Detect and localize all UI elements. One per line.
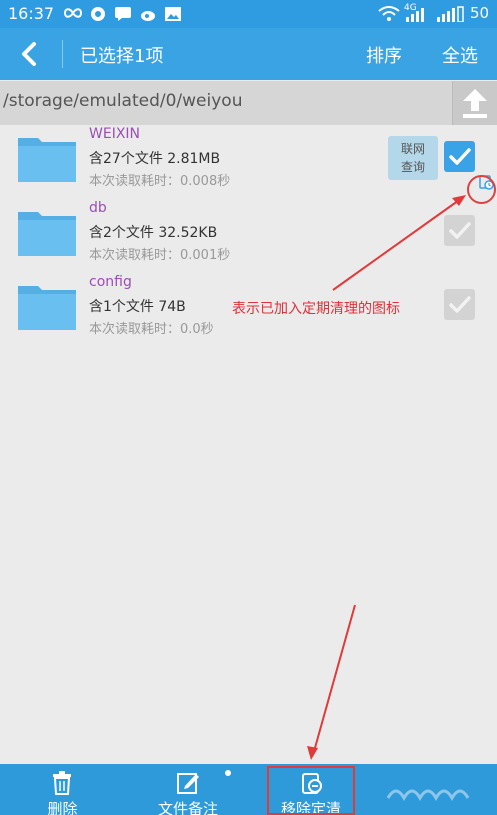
file-read-time: 本次读取耗时：0.008秒	[89, 174, 231, 189]
list-item[interactable]: WEIXIN 含27个文件 2.81MB 本次读取耗时：0.008秒 联网 查询	[0, 124, 497, 196]
highlight-box	[267, 766, 355, 815]
signal-bars-2-icon	[437, 6, 464, 22]
more-button[interactable]	[368, 764, 497, 815]
checkmark-icon	[449, 222, 471, 239]
trash-icon	[53, 771, 71, 795]
infinity-icon	[63, 8, 83, 18]
online-query-line2: 查询	[400, 160, 425, 174]
folder-icon	[18, 212, 76, 256]
battery-level: 50	[470, 4, 490, 22]
status-bar: 16:37 4G 50	[0, 0, 497, 28]
title-bar: 已选择1项 排序 全选	[0, 28, 497, 80]
status-time: 16:37	[8, 4, 55, 23]
checkmark-icon	[449, 148, 471, 165]
current-path: /storage/emulated/0/weiyou	[3, 91, 243, 111]
browser-icon	[91, 7, 105, 21]
file-info: 含1个文件 74B	[89, 299, 186, 315]
edit-note-icon	[177, 773, 199, 794]
back-button[interactable]	[12, 36, 48, 72]
folder-icon	[18, 286, 76, 330]
upload-arrow-icon	[463, 89, 487, 118]
message-icon	[115, 7, 131, 21]
blurred-watermark-icon	[386, 789, 470, 802]
file-info: 含27个文件 2.81MB	[89, 151, 221, 167]
checkmark-icon	[449, 296, 471, 313]
bottom-toolbar: 删除 文件备注 移除定清	[0, 764, 497, 815]
page-title: 已选择1项	[80, 46, 164, 67]
file-name: db	[89, 200, 107, 216]
online-query-button[interactable]: 联网 查询	[388, 136, 438, 180]
folder-icon	[18, 138, 76, 182]
file-note-label: 文件备注	[157, 800, 218, 815]
annotation-label: 表示已加入定期清理的图标	[232, 301, 400, 317]
file-read-time: 本次读取耗时：0.0秒	[89, 322, 214, 337]
file-name: WEIXIN	[89, 126, 141, 142]
chevron-left-icon	[22, 42, 36, 66]
image-icon	[165, 7, 181, 21]
title-divider	[62, 40, 63, 68]
file-name: config	[89, 274, 132, 290]
wifi-icon	[378, 6, 400, 21]
row-checkbox[interactable]	[444, 289, 475, 320]
file-read-time: 本次读取耗时：0.001秒	[89, 248, 231, 263]
sort-button[interactable]: 排序	[366, 42, 402, 68]
parent-directory-button[interactable]	[452, 81, 497, 125]
arrow-head-bottom	[307, 746, 318, 760]
file-note-button[interactable]: 文件备注	[138, 764, 238, 815]
online-query-line1: 联网	[400, 142, 425, 156]
delete-button[interactable]: 删除	[0, 764, 125, 815]
delete-label: 删除	[47, 800, 78, 815]
signal-bars-icon	[406, 8, 424, 22]
arrow-line-bottom	[312, 604, 356, 756]
notification-dot	[225, 770, 231, 776]
path-bar: /storage/emulated/0/weiyou	[0, 81, 497, 125]
row-checkbox[interactable]	[444, 215, 475, 246]
file-info: 含2个文件 32.52KB	[89, 225, 218, 241]
row-checkbox[interactable]	[444, 141, 475, 172]
highlight-circle	[467, 175, 496, 204]
list-item[interactable]: db 含2个文件 32.52KB 本次读取耗时：0.001秒	[0, 198, 497, 270]
weibo-icon	[141, 11, 155, 21]
select-all-button[interactable]: 全选	[442, 42, 478, 68]
